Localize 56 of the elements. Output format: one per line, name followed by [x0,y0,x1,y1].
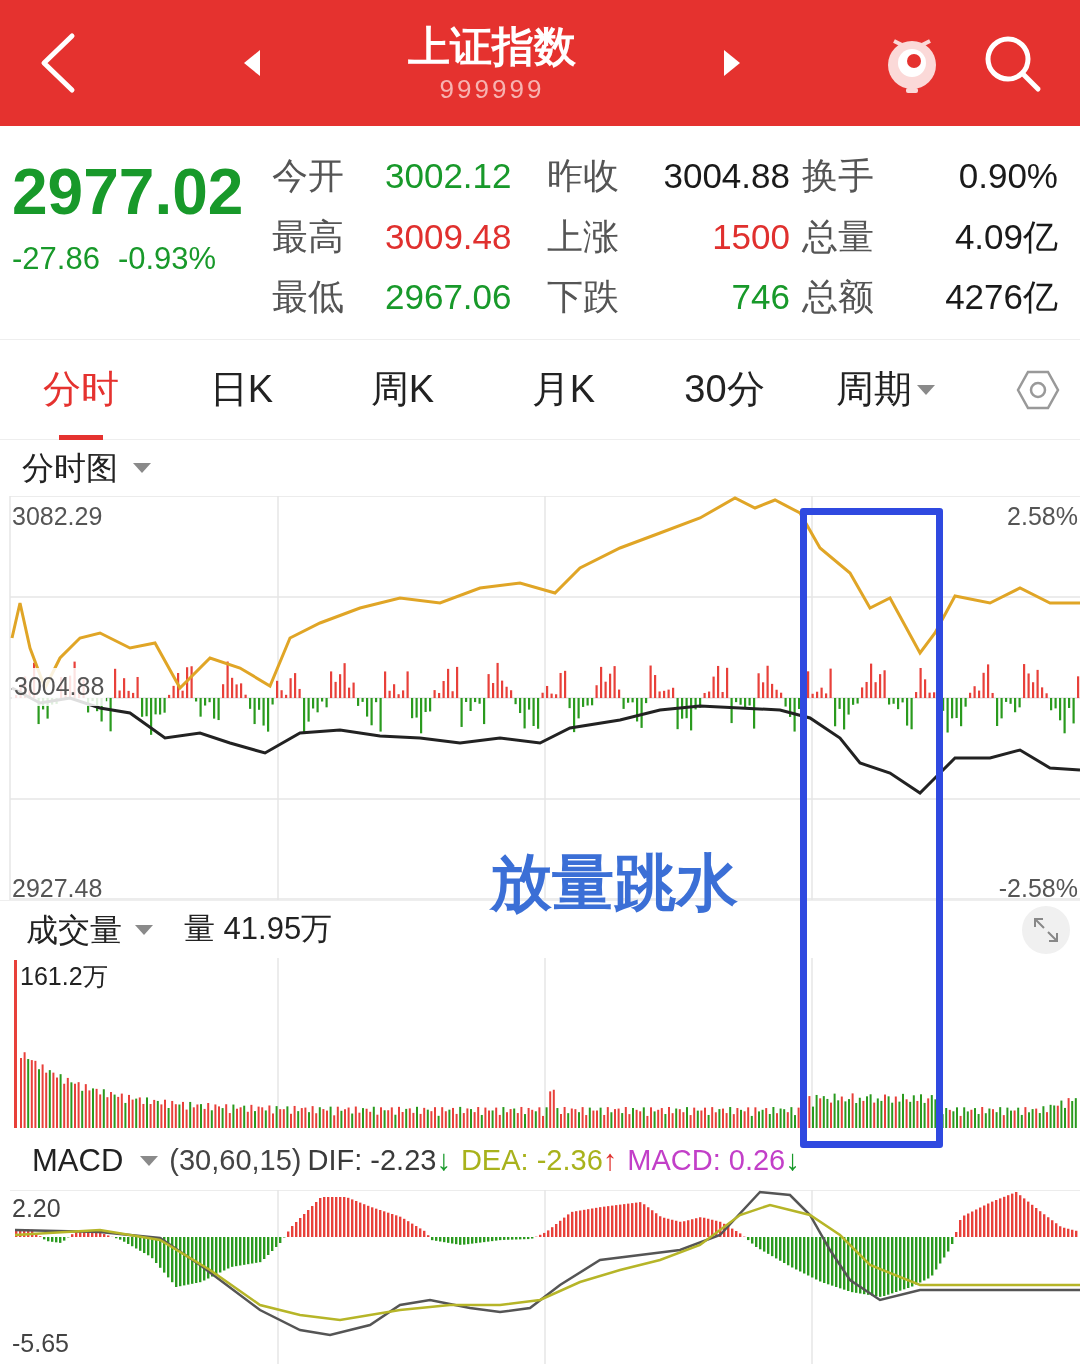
chart-title: 成交量 [26,910,122,950]
stock-code: 999999 [439,73,545,105]
dropdown-caret-icon [132,462,152,474]
stat-value: 3004.88 [662,155,790,197]
trend-arrow: ↓ [436,1143,451,1179]
trend-arrow: ↑ [602,1143,618,1179]
stat-value: 4276亿 [944,276,1058,319]
expand-icon[interactable] [1022,905,1070,954]
period-tab[interactable]: 月K [483,339,644,440]
axis-label: 2.58% [1007,501,1078,532]
stat-label: 最低 [272,275,345,320]
indicator-value: MACD: 0.26 [627,1143,786,1179]
stat-label: 总额 [801,275,875,320]
stat-label: 昨收 [546,154,620,198]
stat-value: 3002.12 [385,155,513,197]
indicator-value: DIF: -2.23 [307,1143,437,1179]
period-tab[interactable]: 周期 [805,339,966,440]
dropdown-caret-icon [139,1155,160,1167]
stat-label: 换手 [801,154,875,198]
chart-title: MACD [32,1141,124,1180]
price-change: -27.86 [12,240,100,278]
period-tab[interactable]: 分时 [0,339,161,440]
trend-arrow: ↓ [785,1143,800,1179]
axis-label: -2.58% [998,873,1078,904]
period-tab[interactable]: 日K [161,339,322,440]
next-icon[interactable] [722,48,742,78]
previous-icon[interactable] [242,48,262,78]
stat-value: 1500 [711,215,790,258]
stock-title: 上证指数 [408,22,576,72]
change-percent: -0.93% [117,240,217,278]
chart-title: 分时图 [22,449,118,488]
stat-value: 4.09亿 [953,215,1058,258]
annotation-text: 放量跳水 [490,847,738,919]
stat-label: 下跌 [546,275,620,320]
axis-label: 3004.88 [12,668,107,706]
stat-label: 总量 [801,214,875,259]
macd-params: (30,60,15) [169,1143,302,1179]
stat-value: 3009.48 [385,215,513,258]
volume-reading: 量 41.95万 [184,910,333,949]
axis-label: 2927.48 [12,873,103,904]
period-tab[interactable]: 30分 [644,339,805,440]
stat-value: 2967.06 [385,276,513,319]
axis-label: -5.65 [12,1327,69,1359]
stat-label: 今开 [272,154,345,198]
axis-label: 3082.29 [12,501,103,532]
period-tab[interactable]: 周K [322,339,483,440]
last-price: 2977.02 [12,155,245,230]
indicator-value: DEA: -2.36 [460,1143,603,1179]
stat-value: 0.90% [957,155,1058,197]
stat-label: 上涨 [546,214,620,259]
stat-value: 746 [730,276,790,319]
dropdown-caret-icon [134,923,154,936]
axis-label: 2.20 [12,1193,61,1224]
dropdown-caret-icon [915,383,936,396]
stat-label: 最高 [272,214,345,259]
axis-label: 161.2万 [20,961,108,992]
